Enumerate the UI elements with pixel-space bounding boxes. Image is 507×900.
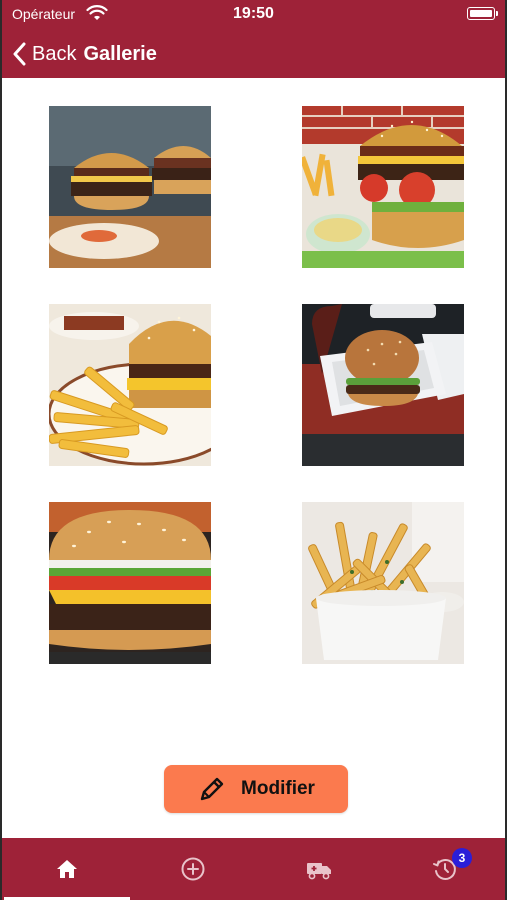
back-button[interactable]: Back Gallerie: [12, 38, 157, 70]
modify-button[interactable]: Modifier: [164, 765, 348, 813]
gallery-image-burger-box[interactable]: [302, 304, 464, 466]
cheeseburger-photo-icon: [49, 502, 211, 664]
navigation-bar: Back Gallerie: [2, 30, 505, 78]
image-gallery: [2, 78, 505, 838]
clock: 19:50: [233, 5, 274, 22]
app-screen: Opérateur 19:50 Back Gallerie Modifier 3: [0, 0, 507, 900]
tab-history[interactable]: 3: [382, 838, 507, 900]
tab-home[interactable]: [4, 838, 130, 900]
gallery-image-fries[interactable]: [302, 502, 464, 664]
delivery-truck-icon: [307, 863, 331, 880]
burger-fries-photo-icon: [302, 106, 464, 268]
battery-icon: [467, 7, 498, 20]
gallery-image-burger-fries[interactable]: [302, 106, 464, 268]
back-label: Back: [32, 42, 77, 65]
gallery-image-burger-plate[interactable]: [49, 304, 211, 466]
tab-bar: 3: [2, 838, 505, 900]
add-circle-icon: [181, 857, 205, 881]
tab-add[interactable]: [130, 838, 256, 900]
modify-label: Modifier: [241, 778, 315, 799]
burger-fries-plate-photo-icon: [49, 304, 211, 466]
page-title: Gallerie: [83, 42, 157, 65]
gallery-image-cheeseburger[interactable]: [49, 502, 211, 664]
chevron-left-icon: [13, 42, 26, 66]
burger-photo-icon: [49, 106, 211, 268]
status-bar: Opérateur 19:50: [2, 0, 505, 30]
history-badge: 3: [452, 848, 472, 868]
gallery-image-burger[interactable]: [49, 106, 211, 268]
home-icon: [57, 860, 77, 878]
tab-delivery[interactable]: [256, 838, 382, 900]
fries-cup-photo-icon: [302, 502, 464, 664]
pencil-icon: [200, 777, 224, 801]
burger-box-photo-icon: [302, 304, 464, 466]
